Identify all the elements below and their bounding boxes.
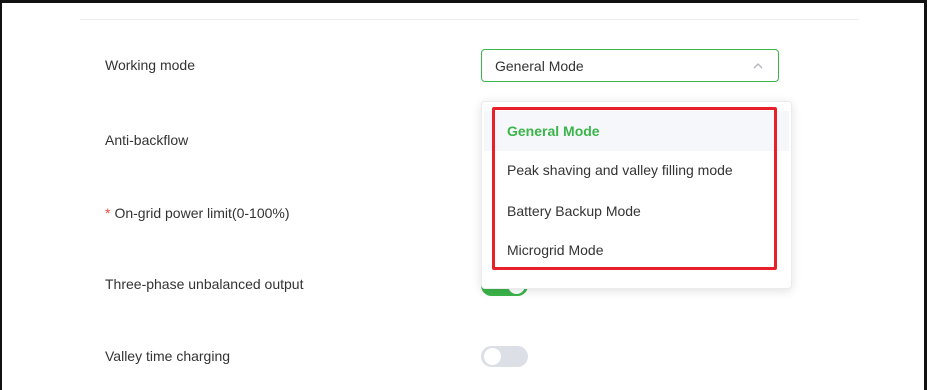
dropdown-option-general-mode[interactable]: General Mode (484, 111, 789, 151)
working-mode-label: Working mode (105, 57, 196, 73)
working-mode-selected-value: General Mode (495, 58, 584, 74)
required-mark: * (105, 205, 111, 221)
valley-time-charging-label: Valley time charging (105, 348, 231, 364)
dropdown-option-microgrid[interactable]: Microgrid Mode (484, 230, 789, 270)
dropdown-option-peak-shaving[interactable]: Peak shaving and valley filling mode (484, 150, 789, 190)
top-divider (80, 19, 858, 20)
chevron-up-icon (753, 63, 763, 69)
ongrid-power-limit-label: * On-grid power limit(0-100%) (105, 203, 290, 223)
valley-time-charging-toggle[interactable] (481, 346, 528, 367)
dropdown-option-battery-backup[interactable]: Battery Backup Mode (484, 191, 789, 231)
working-mode-dropdown: General Mode Peak shaving and valley fil… (481, 101, 792, 289)
settings-panel: Working mode General Mode Anti-backflow … (0, 0, 927, 390)
toggle-knob (484, 348, 501, 365)
three-phase-unbalanced-label: Three-phase unbalanced output (105, 276, 304, 292)
anti-backflow-label: Anti-backflow (105, 132, 189, 148)
ongrid-power-limit-text: On-grid power limit(0-100%) (114, 205, 290, 221)
working-mode-select[interactable]: General Mode (481, 49, 779, 82)
